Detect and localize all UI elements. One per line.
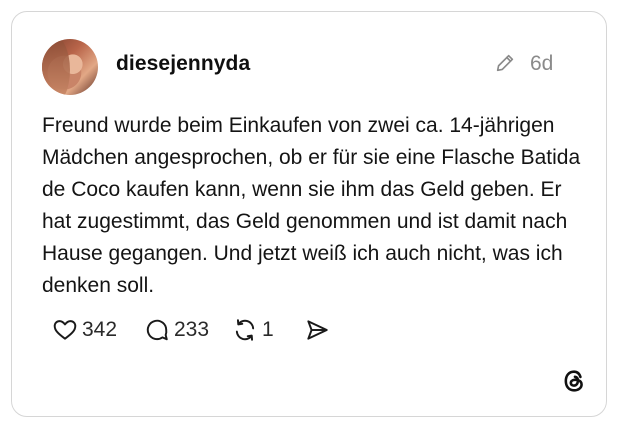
heart-icon [53, 320, 77, 340]
like-button[interactable]: 342 [52, 315, 117, 345]
pencil-icon [496, 54, 514, 72]
post-card: diesejennyda 6d Freund wurde beim Einkau… [11, 11, 607, 417]
post-time: 6d [530, 52, 554, 75]
post-text: Freund wurde beim Einkaufen von zwei ca.… [42, 114, 581, 297]
comment-count: 233 [174, 318, 210, 341]
username[interactable]: diesejennyda [116, 52, 250, 76]
repost-arrows-icon [235, 319, 255, 341]
speech-bubble-icon [146, 319, 168, 341]
repost-count: 1 [262, 318, 274, 341]
avatar[interactable] [42, 39, 98, 95]
share-button[interactable] [304, 315, 330, 345]
repost-button[interactable]: 1 [232, 315, 274, 345]
like-count: 342 [82, 318, 118, 341]
comment-button[interactable]: 233 [144, 315, 209, 345]
threads-logo-icon [564, 370, 583, 392]
send-icon [307, 320, 328, 340]
